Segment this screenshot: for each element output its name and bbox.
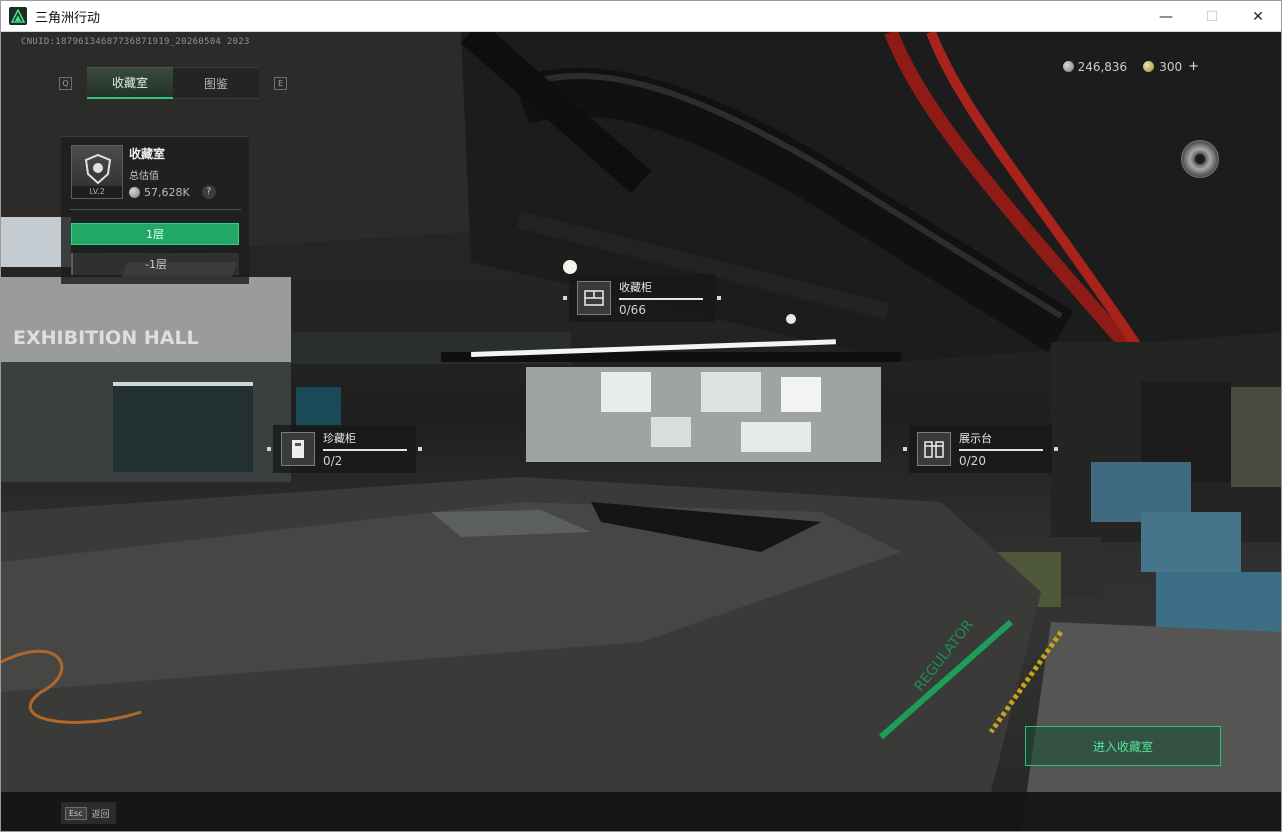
gold-amount: 300 (1159, 59, 1183, 74)
collection-info-panel: LV.2 收藏室 总估值 57,628K ? 1层 -1层 (61, 136, 249, 284)
marker-underline (619, 298, 703, 300)
tab-catalog[interactable]: 图鉴 (173, 67, 259, 99)
badge-level-label: LV.2 (72, 186, 122, 198)
gold-coin-icon (1143, 61, 1155, 72)
floor-1-button[interactable]: 1层 (71, 223, 239, 245)
add-currency-button[interactable]: + (1188, 59, 1199, 74)
silver-currency: 246,836 (1062, 59, 1128, 74)
app-logo-icon (9, 7, 27, 25)
floor-minus-1-button[interactable]: -1层 (71, 253, 239, 275)
panel-divider (69, 209, 241, 210)
total-value: 57,628K ? (129, 185, 216, 199)
exhibition-hall-sign: EXHIBITION HALL (13, 327, 199, 349)
marker-dot-right (418, 447, 422, 451)
back-button[interactable]: Esc 返回 (61, 802, 116, 824)
title-bar: 三角洲行动 — ☐ ✕ (1, 1, 1281, 32)
marker-dot-right (717, 296, 721, 300)
esc-key-hint: Esc (65, 806, 87, 820)
silver-coin-icon (129, 186, 140, 198)
marker-count: 0/66 (619, 303, 646, 317)
marker-dot-left (563, 296, 567, 300)
total-value-amount: 57,628K (144, 185, 190, 199)
silver-coin-icon (1062, 61, 1074, 72)
marker-dot-left (903, 447, 907, 451)
collection-level-badge: LV.2 (71, 145, 123, 199)
display-stand-icon (917, 432, 951, 466)
bottom-hint-bar: Esc 返回 (1, 792, 1281, 831)
panel-title: 收藏室 (129, 147, 166, 161)
marker-underline (323, 449, 407, 451)
shield-icon (84, 154, 112, 184)
minimize-button[interactable]: — (1143, 1, 1189, 32)
game-scene[interactable]: REGULATOR EXHIBITION HALL CNUID:18796134… (1, 32, 1281, 831)
gold-currency: 300 + (1143, 59, 1199, 74)
marker-dot-left (267, 447, 271, 451)
maximize-button[interactable]: ☐ (1189, 1, 1235, 32)
marker-treasure-cabinet[interactable]: 珍藏柜 0/2 (267, 425, 422, 473)
marker-name: 展示台 (959, 432, 992, 445)
marker-underline (959, 449, 1043, 451)
cabinet-icon (577, 281, 611, 315)
tab-collection-room[interactable]: 收藏室 (87, 67, 173, 99)
marker-count: 0/2 (323, 454, 343, 468)
game-window: 三角洲行动 — ☐ ✕ REGULATOR EXHIBITION HALL CN… (0, 0, 1282, 832)
close-button[interactable]: ✕ (1235, 1, 1281, 32)
panel-subtitle: 总估值 (129, 171, 159, 182)
marker-display-stand[interactable]: 展示台 0/20 (903, 425, 1058, 473)
music-disc-icon[interactable] (1181, 140, 1219, 178)
top-tabs: Q 收藏室 图鉴 E (59, 67, 287, 99)
marker-count: 0/20 (959, 454, 986, 468)
silver-amount: 246,836 (1077, 59, 1128, 74)
tab-next-key-hint[interactable]: E (274, 76, 287, 90)
vault-icon (281, 432, 315, 466)
player-uid: CNUID:18796134687736871919_20260504 2023 (21, 37, 250, 47)
marker-name: 珍藏柜 (323, 432, 356, 445)
currency-bar: 246,836 300 + (1062, 59, 1199, 74)
help-icon[interactable]: ? (201, 185, 216, 199)
back-label: 返回 (91, 809, 110, 820)
enter-collection-room-button[interactable]: 进入收藏室 (1025, 726, 1221, 766)
marker-name: 收藏柜 (619, 281, 652, 294)
tab-prev-key-hint[interactable]: Q (59, 76, 72, 90)
marker-dot-right (1054, 447, 1058, 451)
window-title: 三角洲行动 (35, 10, 101, 26)
marker-collection-cabinet[interactable]: 收藏柜 0/66 (563, 274, 721, 322)
